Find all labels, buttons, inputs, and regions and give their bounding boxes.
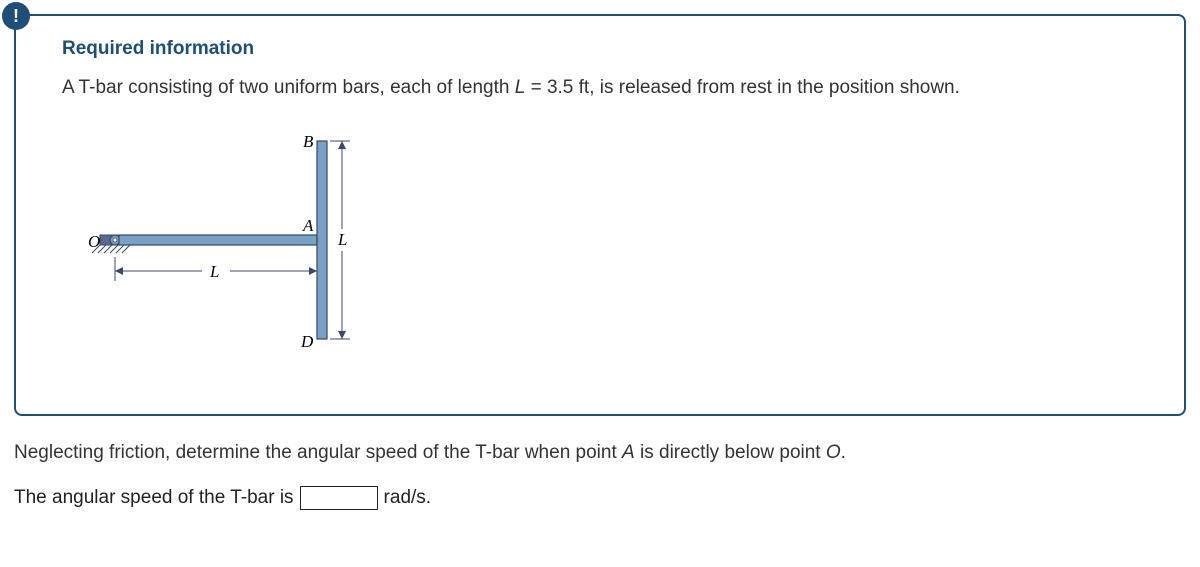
label-A: A [302, 216, 314, 235]
answer-line: The angular speed of the T-bar is rad/s. [14, 486, 1186, 510]
angular-speed-input[interactable] [300, 486, 378, 510]
problem-text-mid: = 3.5 ft, is released from rest in the p… [525, 77, 960, 98]
question-pre: Neglecting friction, determine the angul… [14, 442, 622, 463]
bar-OA [119, 235, 317, 245]
required-info-box: ! Required information A T-bar consistin… [14, 14, 1186, 416]
question-point-O: O [826, 442, 841, 463]
question-mid: is directly below point [635, 442, 826, 463]
label-D: D [300, 332, 314, 351]
problem-statement: A T-bar consisting of two uniform bars, … [62, 74, 1148, 103]
problem-variable-L: L [515, 77, 526, 98]
label-L-horizontal: L [209, 262, 219, 281]
question-end: . [841, 442, 846, 463]
tbar-diagram: O A B D L L [82, 131, 1148, 386]
question-point-A: A [622, 442, 635, 463]
answer-unit: rad/s. [384, 487, 432, 509]
label-B: B [303, 132, 314, 151]
problem-text-pre: A T-bar consisting of two uniform bars, … [62, 77, 515, 98]
answer-pre-text: The angular speed of the T-bar is [14, 487, 294, 509]
label-O: O [88, 232, 100, 251]
exclamation-icon: ! [2, 2, 30, 30]
label-L-vertical: L [337, 230, 347, 249]
question-text: Neglecting friction, determine the angul… [14, 438, 1186, 468]
required-info-heading: Required information [62, 38, 1148, 60]
diagram-svg: O A B D L L [82, 131, 382, 381]
bar-BD [317, 141, 327, 339]
